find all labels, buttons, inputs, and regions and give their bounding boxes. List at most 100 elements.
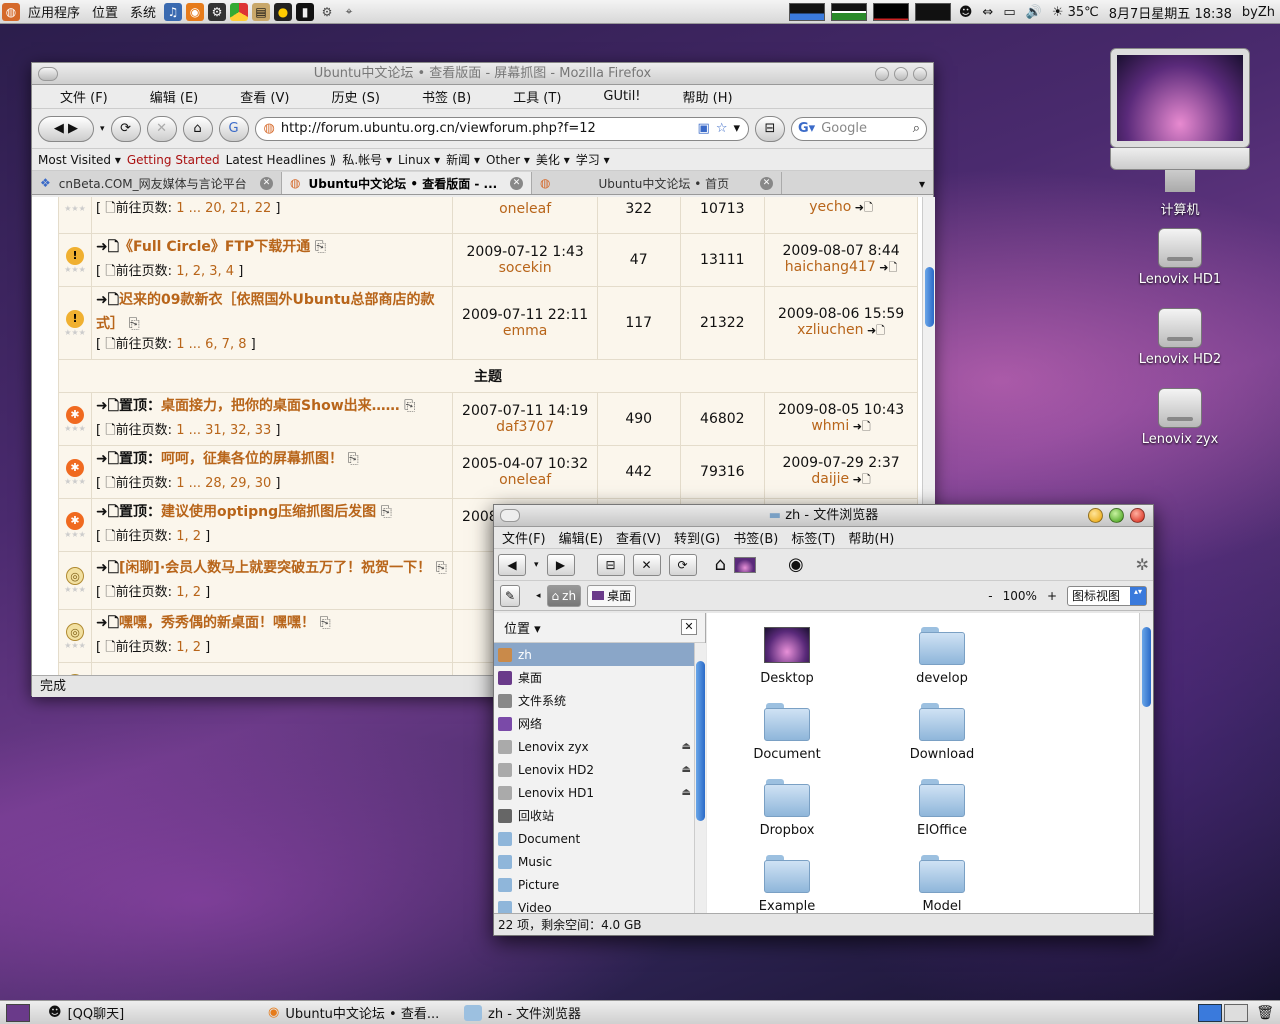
author-link[interactable]: oneleaf (453, 472, 597, 488)
flag-icon[interactable]: ▭ (998, 5, 1020, 20)
disk-graph[interactable] (914, 3, 951, 21)
close-button[interactable] (913, 67, 927, 81)
firefox-icon[interactable]: ◉ (186, 2, 205, 21)
gutil-button[interactable]: G (218, 115, 249, 142)
taskbar-firefox[interactable]: ◉ Ubuntu中文论坛 • 查看... (260, 1002, 456, 1024)
desktop-icon-lenovix-hd2[interactable]: Lenovix HD2 (1130, 308, 1230, 367)
menu-history[interactable]: 历史 (S) (303, 87, 394, 106)
back-button[interactable]: ◀ (498, 553, 526, 576)
last-poster-link[interactable]: daijie (811, 471, 849, 487)
qq-icon[interactable]: ● (274, 2, 293, 21)
network-icon[interactable]: ⌖ (340, 3, 358, 21)
menu-gutil[interactable]: GUtil! (575, 89, 654, 104)
page-number-links[interactable]: 1 ... 6, 7, 8 (176, 337, 246, 352)
back-button[interactable]: ◀ ▶ (38, 115, 94, 142)
topic-link[interactable]: 嘿嘿，秀秀偶的新桌面！嘿嘿！ (119, 615, 315, 631)
eject-icon[interactable]: ⏏ (682, 741, 691, 752)
menu-tabs[interactable]: 标签(T) (783, 528, 840, 547)
taskbar-qq[interactable]: ☻ [QQ聊天] (40, 1002, 260, 1024)
ubuntu-logo-icon[interactable]: ◍ (2, 2, 20, 21)
close-button[interactable] (1130, 508, 1145, 523)
file-item-eioffice[interactable]: EIOffice (882, 779, 1002, 838)
goto-last-post-icon[interactable]: ➜🗋 (851, 201, 873, 214)
menu-bookmarks[interactable]: 书签 (B) (394, 87, 485, 106)
zoom-in-button[interactable]: + (1047, 589, 1057, 603)
stop-button[interactable]: ✕ (632, 553, 661, 576)
weather-indicator[interactable]: ☀ 35℃ (1047, 5, 1104, 20)
sidebar-item-文件系统[interactable]: 文件系统 (494, 689, 705, 712)
sidebar-item-lenovix-hd1[interactable]: Lenovix HD1 ⏏ (494, 781, 705, 804)
sidebar-item-music[interactable]: Music (494, 850, 705, 873)
reload-button[interactable]: ⟳ (668, 553, 697, 576)
home-button[interactable]: ⌂ (182, 115, 213, 142)
page-number-links[interactable]: 1 ... 28, 29, 30 (176, 476, 271, 491)
menu-bookmarks[interactable]: 书签(B) (725, 528, 783, 547)
desktop-icon-lenovix-zyx[interactable]: Lenovix zyx (1130, 388, 1230, 447)
eject-icon[interactable]: ⏏ (682, 764, 691, 775)
search-bar[interactable]: G▾ Google ⌕ (791, 116, 927, 141)
user-switcher[interactable]: byZh (1237, 5, 1280, 20)
minimize-button[interactable] (875, 67, 889, 81)
sidebar-item-zh[interactable]: zh (494, 643, 705, 666)
url-bar[interactable]: ◍ http://forum.ubuntu.org.cn/viewforum.p… (254, 116, 749, 141)
bookmark-folder-account[interactable]: 私.帐号 ▾ (342, 151, 392, 168)
page-number-links[interactable]: 1 ... 31, 32, 33 (176, 423, 271, 438)
menu-tools[interactable]: 工具 (T) (485, 87, 575, 106)
volume-icon[interactable]: 🔊 (1021, 5, 1047, 20)
sidebar-item-网络[interactable]: 网络 (494, 712, 705, 735)
home-icon[interactable]: ⌂ (715, 554, 726, 575)
url-dropdown-icon[interactable]: ▾ (733, 121, 740, 136)
menu-help[interactable]: 帮助(H) (840, 528, 899, 547)
tab-close-icon[interactable]: ✕ (510, 176, 523, 190)
workspace-switcher[interactable] (1198, 1003, 1249, 1022)
show-desktop-icon[interactable] (6, 1003, 30, 1022)
menu-edit[interactable]: 编辑(E) (551, 528, 608, 547)
search-icon[interactable]: ◉ (788, 554, 804, 575)
search-icon[interactable]: ⌕ (913, 121, 920, 136)
applications-menu[interactable]: 应用程序 (22, 2, 86, 21)
sidebar-item-桌面[interactable]: 桌面 (494, 666, 705, 689)
bookmark-latest-headlines[interactable]: Latest Headlines ⟫ (226, 153, 337, 167)
topic-link[interactable]: 迟来的09款新衣［依照国外Ubuntu总部商店的款式］ (96, 292, 434, 332)
maximize-button[interactable] (894, 67, 908, 81)
last-poster-link[interactable]: whmi (811, 418, 849, 434)
desktop-icon-computer[interactable]: 计算机 (1110, 48, 1250, 218)
author-link[interactable]: emma (453, 323, 597, 339)
tab-ubuntu-home[interactable]: ◍ Ubuntu中文论坛 • 首页 ✕ (532, 172, 782, 194)
bookmark-star-icon[interactable]: ☆ (716, 121, 728, 136)
tab-cnbeta[interactable]: ❖ cnBeta.COM_网友媒体与言论平台 ✕ (32, 172, 282, 194)
tab-ubuntu-forum[interactable]: ◍ Ubuntu中文论坛 • 查看版面 - ... ✕ (282, 172, 532, 194)
qq-tray-icon[interactable]: ☻ (954, 5, 978, 20)
menu-view[interactable]: 查看(V) (608, 528, 666, 547)
up-button[interactable]: ⊟ (596, 553, 625, 576)
bookmark-folder-linux[interactable]: Linux ▾ (398, 153, 440, 167)
places-menu[interactable]: 位置 (86, 2, 124, 21)
bookmark-most-visited[interactable]: Most Visited ▾ (38, 153, 121, 167)
rss-icon[interactable]: ▣ (698, 121, 710, 136)
forward-button[interactable]: ▶ (546, 553, 575, 576)
bookmark-add-button[interactable]: ⊟ (755, 115, 785, 142)
system-monitor-icon[interactable]: ⚙ (208, 2, 227, 21)
sidebar-item-回收站[interactable]: 回收站 (494, 804, 705, 827)
menu-edit[interactable]: 编辑 (E) (122, 87, 213, 106)
view-mode-select[interactable]: 图标视图 (1067, 585, 1147, 606)
bookmark-folder-other[interactable]: Other ▾ (486, 153, 530, 167)
minimize-button[interactable] (1088, 508, 1103, 523)
files-icon[interactable]: ♫ (164, 2, 183, 21)
goto-last-post-icon[interactable]: ➜🗋 (849, 473, 871, 486)
bookmark-folder-study[interactable]: 学习 ▾ (576, 151, 610, 168)
goto-last-post-icon[interactable]: ➜🗋 (863, 324, 885, 337)
sidebar-scrollbar[interactable] (694, 643, 706, 913)
clock[interactable]: 8月7日星期五 18:38 (1104, 3, 1237, 22)
topic-link[interactable]: 《Full Circle》FTP下载开通 (119, 239, 310, 255)
terminal-icon[interactable]: ▮ (296, 2, 315, 21)
file-item-dropbox[interactable]: Dropbox (727, 779, 847, 838)
zoom-level[interactable]: 100% (1003, 589, 1037, 603)
trash-icon[interactable]: 🗑 (1256, 1005, 1274, 1021)
page-number-links[interactable]: 1, 2, 3, 4 (176, 264, 234, 279)
eject-icon[interactable]: ⏏ (682, 787, 691, 798)
file-view-scrollbar[interactable] (1139, 613, 1153, 913)
author-link[interactable]: daf3707 (453, 419, 597, 435)
page-number-links[interactable]: 1, 2 (176, 585, 201, 600)
window-menu-button[interactable] (38, 67, 58, 81)
